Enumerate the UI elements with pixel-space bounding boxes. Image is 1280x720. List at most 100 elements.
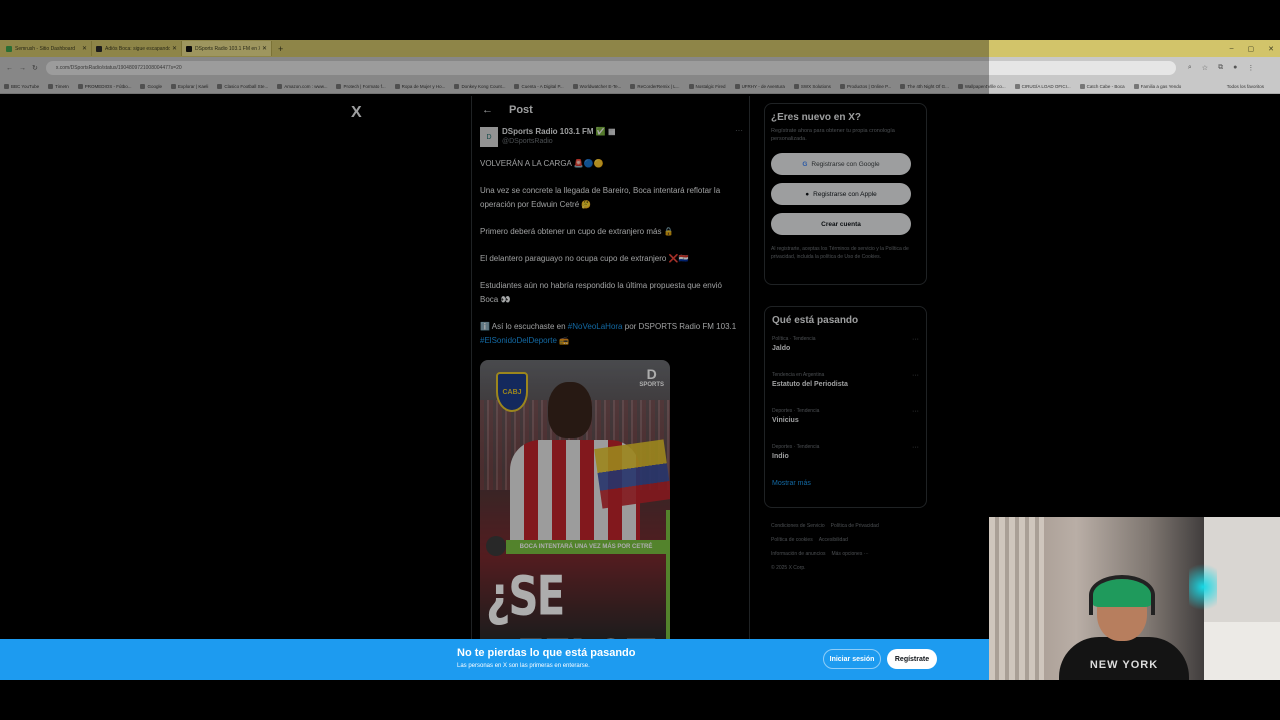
trend-more-icon[interactable]: ···	[912, 372, 919, 379]
more-options-icon[interactable]: ···	[735, 126, 743, 135]
curtain	[989, 517, 1044, 680]
apple-icon: ●	[805, 190, 810, 198]
bookmark-label: SWX Solutions	[800, 83, 831, 89]
profile-icon[interactable]: ●	[1233, 64, 1237, 72]
bookmark-item[interactable]: UFRHY - de Aventura	[734, 83, 785, 89]
bookmark-label: Donkey Kong Count...	[461, 83, 506, 89]
google-signup-label: Registrarse con Google	[811, 160, 880, 168]
bookmark-item[interactable]: Protech | Formato f...	[336, 83, 386, 89]
browser-tab-active[interactable]: DSports Radio 103.1 FM en X: ✕	[182, 41, 272, 56]
all-bookmarks[interactable]: Todos los favoritos	[1227, 84, 1264, 89]
back-nav-icon[interactable]: ←	[6, 65, 13, 72]
menu-icon[interactable]: ⋮	[1247, 64, 1254, 72]
bookmark-favicon	[688, 83, 694, 89]
bottom-bar-subtitle: Las personas en X son las primeras en en…	[457, 663, 590, 669]
login-button[interactable]: Iniciar sesión	[823, 649, 881, 669]
back-arrow-icon[interactable]: ←	[482, 104, 493, 116]
footer-link[interactable]: Más opciones ···	[831, 551, 868, 557]
apple-signup-button[interactable]: ● Registrarse con Apple	[771, 183, 911, 205]
trend-name: Indio	[772, 453, 789, 460]
bookmark-item[interactable]: Worldwatcher E-Te...	[572, 83, 621, 89]
signup-button[interactable]: Regístrate	[887, 649, 937, 669]
hashtag-link[interactable]: #ElSonidoDelDeporte	[480, 336, 557, 345]
bookmark-star-icon[interactable]: ☆	[1202, 64, 1208, 72]
post-paragraph: ℹ️ Así lo escuchaste en #NoVeoLaHora por…	[480, 320, 741, 348]
bookmark-item[interactable]: Wallpaper4Ville co...	[957, 83, 1006, 89]
room-table	[1204, 622, 1280, 680]
minimize-icon[interactable]: –	[1230, 45, 1234, 52]
tab-close-icon[interactable]: ✕	[82, 45, 87, 52]
avatar[interactable]: D	[480, 127, 498, 147]
bookmark-item[interactable]: Google	[140, 83, 162, 89]
x-logo-icon[interactable]: X	[351, 104, 362, 122]
bookmark-item[interactable]: SWX Solutions	[793, 83, 831, 89]
post-image[interactable]: CABJ D SPORTS BOCA INTENTARÁ UNA VEZ MÁS …	[480, 360, 670, 640]
tab-close-icon[interactable]: ✕	[262, 45, 267, 52]
footer-link[interactable]: Condiciones de Servicio	[771, 523, 825, 529]
show-more-link[interactable]: Mostrar más	[772, 480, 919, 487]
tab-label: DSports Radio 103.1 FM en X:	[195, 45, 260, 52]
trend-item[interactable]: Deportes · Tendencia Vinicius ···	[772, 408, 919, 444]
post-column: ← Post D DSports Radio 103.1 FM ✅ ▦ @DSp…	[471, 96, 750, 640]
footer-link[interactable]: Política de Privacidad	[831, 523, 879, 529]
trend-more-icon[interactable]: ···	[912, 408, 919, 415]
bookmark-item[interactable]: Productos | Online P...	[839, 83, 891, 89]
maximize-icon[interactable]: ▢	[1248, 45, 1255, 53]
zoom-icon[interactable]: ⌕	[1188, 64, 1192, 72]
bookmark-favicon	[140, 83, 146, 89]
signup-card: ¿Eres nuevo en X? Regístrate ahora para …	[764, 103, 927, 285]
forward-nav-icon[interactable]: →	[19, 65, 26, 72]
google-signup-button[interactable]: G Registrarse con Google	[771, 153, 911, 175]
bookmark-item[interactable]: ReCorderRemix | L...	[630, 83, 680, 89]
bookmark-item[interactable]: Familia a gas Yendo	[1133, 83, 1181, 89]
tab-label: Adiós Boca: sigue escapando	[105, 45, 170, 52]
bookmark-item[interactable]: Donkey Kong Count...	[454, 83, 506, 89]
trend-more-icon[interactable]: ···	[912, 336, 919, 343]
author-handle[interactable]: @DSportsRadio	[502, 138, 616, 145]
bookmark-item[interactable]: CIRUGÍA LOAD OFICI...	[1014, 83, 1071, 89]
trend-more-icon[interactable]: ···	[912, 444, 919, 451]
trend-item[interactable]: Política · Tendencia Jaldo ···	[772, 336, 919, 372]
bookmark-favicon	[170, 83, 176, 89]
extensions-icon[interactable]: ⧉	[1218, 64, 1223, 72]
close-window-icon[interactable]: ✕	[1268, 45, 1274, 53]
trend-item[interactable]: Deportes · Tendencia Indio ···	[772, 444, 919, 480]
new-tab-button[interactable]: +	[278, 44, 283, 54]
bookmark-label: Explorar | Kaeli	[177, 83, 209, 89]
bookmark-item[interactable]: Clasico Football Ste...	[217, 83, 268, 89]
bookmark-item[interactable]: Nostalgic Fired	[688, 83, 726, 89]
author-name[interactable]: DSports Radio 103.1 FM ✅ ▦	[502, 127, 616, 136]
bookmark-item[interactable]: Explorar | Kaeli	[170, 83, 209, 89]
address-actions: ⌕ ☆ ⧉ ● ⋮	[1188, 64, 1254, 72]
post-paragraph: El delantero paraguayo no ocupa cupo de …	[480, 254, 689, 263]
trend-name: Jaldo	[772, 345, 791, 352]
hashtag-link[interactable]: #NoVeoLaHora	[568, 322, 623, 331]
bookmark-item[interactable]: The 4th Night Of G...	[900, 83, 949, 89]
bookmark-label: CIRUGÍA LOAD OFICI...	[1021, 83, 1071, 89]
post-paragraph: VOLVERÁN A LA CARGA 🚨🔵🟡	[480, 159, 604, 168]
create-account-button[interactable]: Crear cuenta	[771, 213, 911, 235]
browser-tab[interactable]: Semrush - Sitio Dashboard ✕	[2, 41, 92, 56]
browser-tab[interactable]: Adiós Boca: sigue escapando ✕	[92, 41, 182, 56]
footer-link[interactable]: Política de cookies	[771, 537, 813, 543]
tab-label: Semrush - Sitio Dashboard	[15, 45, 76, 52]
reload-icon[interactable]: ↻	[32, 64, 38, 72]
flag-cape	[594, 439, 670, 509]
bookmark-item[interactable]: BBC YouTube	[4, 83, 39, 89]
headset-icon	[1089, 575, 1155, 615]
bookmark-item[interactable]: PROMEDIOS - Fútbo...	[77, 83, 131, 89]
footer-link[interactable]: Información de anuncios	[771, 551, 825, 557]
tab-close-icon[interactable]: ✕	[172, 45, 177, 52]
footer-link[interactable]: Accesibilidad	[819, 537, 848, 543]
bookmark-item[interactable]: Cuenta - A Digital P...	[514, 83, 564, 89]
bookmark-item[interactable]: Amazon.com : www...	[277, 83, 327, 89]
trend-item[interactable]: Tendencia en Argentina Estatuto del Peri…	[772, 372, 919, 408]
bookmark-item[interactable]: TimeIn	[48, 83, 69, 89]
bookmark-favicon	[1014, 83, 1020, 89]
bookmark-item[interactable]: Ropa de Mujer y Ho...	[394, 83, 445, 89]
bookmark-item[interactable]: Catch Cabe - Boca	[1079, 83, 1125, 89]
person-shirt: NEW YORK	[1059, 637, 1189, 680]
google-icon: G	[802, 160, 808, 168]
url-input[interactable]: x.com/DSportsRadio/status/19048097210080…	[45, 61, 1176, 75]
bookmark-favicon	[454, 83, 460, 89]
